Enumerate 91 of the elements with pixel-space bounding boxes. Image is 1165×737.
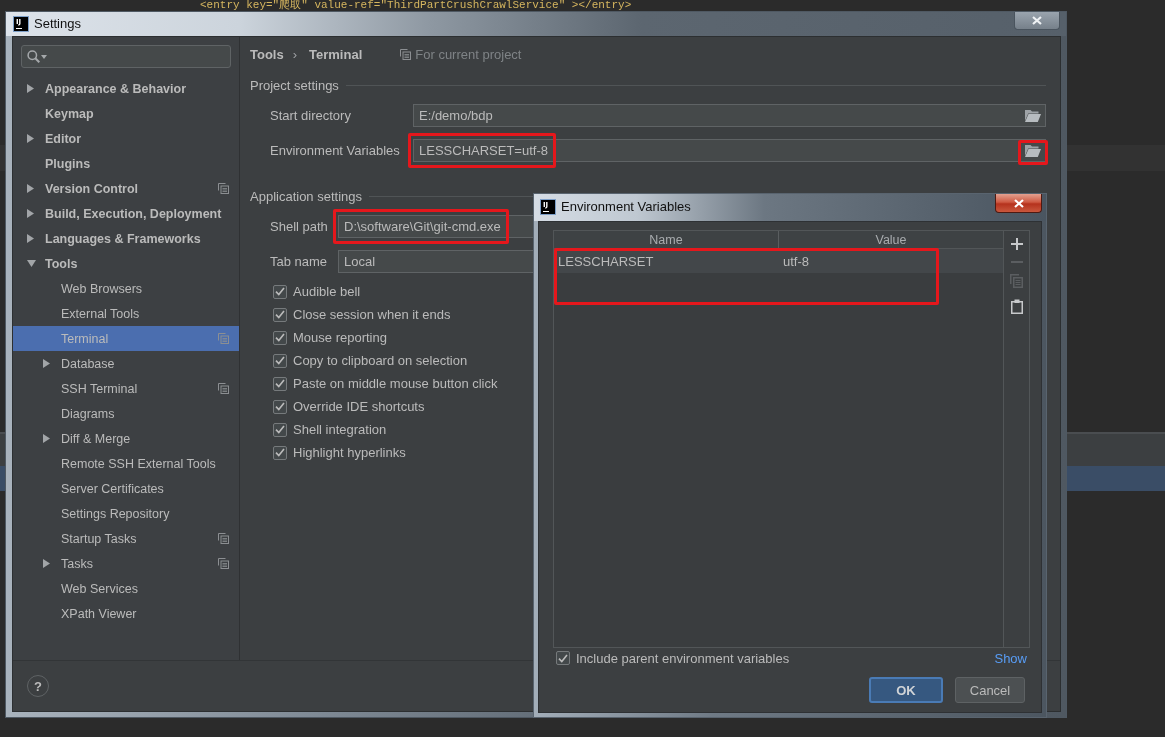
tree-item[interactable]: XPath Viewer <box>13 601 239 626</box>
checkbox[interactable] <box>556 651 570 665</box>
section-title: Project settings <box>250 77 339 93</box>
check-icon <box>275 287 285 296</box>
check-icon <box>558 653 568 663</box>
caret-right-icon[interactable] <box>27 84 34 93</box>
checkbox-label[interactable]: Audible bell <box>293 284 361 299</box>
search-icon[interactable] <box>27 50 40 63</box>
search-field[interactable] <box>21 45 231 68</box>
caret-right-icon[interactable] <box>43 434 50 443</box>
close-icon <box>1032 16 1042 25</box>
caret-right-icon[interactable] <box>43 559 50 568</box>
checkbox-label[interactable]: Override IDE shortcuts <box>293 399 425 414</box>
tree-item[interactable]: Remote SSH External Tools <box>13 451 239 476</box>
tree-item[interactable]: Startup Tasks <box>13 526 239 551</box>
field-label: Shell path <box>270 219 329 234</box>
tree-item[interactable]: Tools <box>13 251 239 276</box>
field-label: Environment Variables <box>270 143 401 158</box>
tree-item[interactable]: Tasks <box>13 551 239 576</box>
tree-item[interactable]: Languages & Frameworks <box>13 226 239 251</box>
close-icon <box>1013 198 1024 208</box>
tree-item[interactable]: Diagrams <box>13 401 239 426</box>
tree-item[interactable]: Settings Repository <box>13 501 239 526</box>
caret-right-icon[interactable] <box>27 184 34 193</box>
tree-item[interactable]: Database <box>13 351 239 376</box>
window-title: Environment Variables <box>561 199 692 215</box>
table-cell-text: LESSCHARSET <box>557 253 655 269</box>
stacked-squares-icon <box>400 48 412 60</box>
show-link[interactable]: Show <box>994 650 1030 666</box>
check-icon <box>275 425 285 434</box>
tree-item[interactable]: Appearance & Behavior <box>13 76 239 101</box>
close-button[interactable] <box>1014 12 1060 30</box>
checkbox[interactable] <box>273 376 287 391</box>
tree-item[interactable]: Build, Execution, Deployment <box>13 201 239 226</box>
check-icon <box>275 448 285 457</box>
checkbox[interactable] <box>273 399 287 414</box>
breadcrumb-item[interactable]: Tools <box>250 46 284 62</box>
tree-item[interactable]: Diff & Merge <box>13 426 239 451</box>
tree-item[interactable]: Server Certificates <box>13 476 239 501</box>
checkbox[interactable] <box>273 307 287 322</box>
help-button[interactable]: ? <box>27 675 49 697</box>
dialog-button[interactable]: Cancel <box>955 677 1025 703</box>
tree-item[interactable]: Keymap <box>13 101 239 126</box>
checkbox-label[interactable]: Close session when it ends <box>293 307 451 322</box>
breadcrumb-item: Terminal <box>309 46 363 62</box>
text-field[interactable]: E:/demo/bdp <box>413 104 1046 127</box>
checkbox[interactable] <box>273 353 287 368</box>
close-button[interactable] <box>995 194 1042 213</box>
check-icon <box>275 333 285 342</box>
caret-down-icon[interactable] <box>41 54 47 59</box>
column-header[interactable]: Value <box>779 231 1003 248</box>
caret-right-icon[interactable] <box>27 209 34 218</box>
field-label: Tab name <box>270 254 329 269</box>
checkbox-label[interactable]: Include parent environment variables <box>576 650 790 666</box>
scope-hint: For current project <box>415 46 522 62</box>
text-field[interactable]: LESSCHARSET=utf-8 <box>413 139 1046 162</box>
checkbox[interactable] <box>273 445 287 460</box>
window-title: Settings <box>34 15 82 33</box>
tree-item[interactable]: Web Browsers <box>13 276 239 301</box>
checkbox-label[interactable]: Copy to clipboard on selection <box>293 353 468 368</box>
checkbox-label[interactable]: Shell integration <box>293 422 387 437</box>
table-cell-text: utf-8 <box>782 253 810 269</box>
checkbox-label[interactable]: Mouse reporting <box>293 330 387 345</box>
caret-down-icon[interactable] <box>27 260 36 267</box>
clipboard-icon[interactable] <box>1010 299 1023 314</box>
caret-right-icon[interactable] <box>27 234 34 243</box>
tree-item[interactable]: Editor <box>13 126 239 151</box>
tree-item[interactable]: SSH Terminal <box>13 376 239 401</box>
folder-icon[interactable] <box>1025 144 1041 157</box>
tree-item[interactable]: Web Services <box>13 576 239 601</box>
field-label: Start directory <box>270 108 352 123</box>
plus-icon[interactable] <box>1010 238 1023 250</box>
check-icon <box>275 402 285 411</box>
tree-item[interactable]: Plugins <box>13 151 239 176</box>
caret-right-icon[interactable] <box>27 134 34 143</box>
checkbox-label[interactable]: Highlight hyperlinks <box>293 445 406 460</box>
breadcrumb-separator: › <box>292 46 298 62</box>
section-title: Application settings <box>250 188 362 204</box>
dialog-button[interactable]: OK <box>869 677 943 703</box>
check-icon <box>275 356 285 365</box>
checkbox-label[interactable]: Paste on middle mouse button click <box>293 376 498 391</box>
column-header[interactable]: Name <box>554 231 779 248</box>
tree-item[interactable]: External Tools <box>13 301 239 326</box>
checkbox[interactable] <box>273 284 287 299</box>
checkbox[interactable] <box>273 330 287 345</box>
folder-icon[interactable] <box>1025 109 1041 122</box>
check-icon <box>275 310 285 319</box>
tree-item[interactable]: Version Control <box>13 176 239 201</box>
caret-right-icon[interactable] <box>43 359 50 368</box>
check-icon <box>275 379 285 388</box>
checkbox[interactable] <box>273 422 287 437</box>
